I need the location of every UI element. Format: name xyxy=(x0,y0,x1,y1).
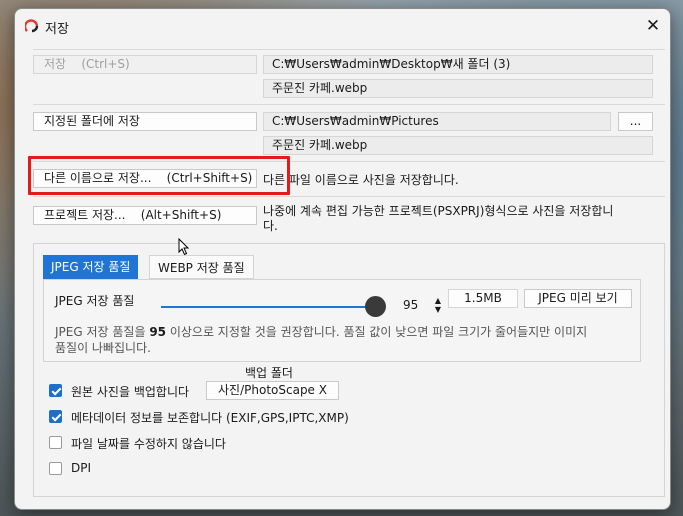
note-value: 95 xyxy=(149,325,167,339)
note-suffix: 이상으로 지정할 것을 권장합니다. 품질 값이 낮으면 파일 크기가 줄어들지… xyxy=(166,325,588,339)
backup-original-checkbox[interactable] xyxy=(49,384,62,397)
spin-arrows-icon[interactable]: ▲ ▼ xyxy=(435,296,441,314)
folder-path-field: C:₩Users₩admin₩Pictures xyxy=(263,112,611,131)
red-highlight-box xyxy=(28,156,290,195)
tab-jpeg-quality[interactable]: JPEG 저장 품질 xyxy=(43,255,139,279)
note-prefix: JPEG 저장 품질을 xyxy=(55,325,150,339)
save-dialog: 저장 ✕ 저장 (Ctrl+S) C:₩Users₩admin₩Desktop₩… xyxy=(14,8,671,510)
file-size-field: 1.5MB xyxy=(448,289,518,308)
divider xyxy=(33,104,665,105)
quality-note: JPEG 저장 품질을 95 이상으로 지정할 것을 권장합니다. 품질 값이 … xyxy=(55,324,635,356)
save-to-folder-button[interactable]: 지정된 폴더에 저장 xyxy=(33,112,257,131)
divider xyxy=(33,196,665,197)
dpi-checkbox[interactable] xyxy=(49,462,62,475)
save-path-field: C:₩Users₩admin₩Desktop₩새 폴더 (3) xyxy=(263,55,653,74)
quality-value: 95 xyxy=(403,298,419,312)
title-bar: 저장 ✕ xyxy=(15,9,670,43)
dpi-label: DPI xyxy=(71,461,92,475)
window-title: 저장 xyxy=(45,22,69,37)
keep-file-date-checkbox[interactable] xyxy=(49,436,62,449)
save-as-description: 다른 파일 이름으로 사진을 저장합니다. xyxy=(263,173,459,187)
quality-label: JPEG 저장 품질 xyxy=(55,294,135,308)
backup-folder-header: 백업 폴더 xyxy=(245,366,293,380)
quality-slider-thumb[interactable] xyxy=(365,296,386,317)
note-line-2: 품질이 나빠집니다. xyxy=(55,341,151,355)
tab-webp-quality[interactable]: WEBP 저장 품질 xyxy=(149,255,254,279)
save-button[interactable]: 저장 (Ctrl+S) xyxy=(33,55,257,74)
photoscape-logo-icon xyxy=(25,19,39,33)
quality-spinbox[interactable]: 95 ▲ ▼ xyxy=(403,296,443,315)
close-button[interactable]: ✕ xyxy=(640,13,666,39)
keep-file-date-label: 파일 날짜를 수정하지 않습니다 xyxy=(71,437,226,451)
quality-slider-track[interactable] xyxy=(161,306,377,308)
backup-original-label: 원본 사진을 백업합니다 xyxy=(71,385,190,399)
browse-folder-button[interactable]: ... xyxy=(618,112,653,131)
preserve-metadata-label: 메타데이터 정보를 보존합니다 (EXIF,GPS,IPTC,XMP) xyxy=(71,411,349,425)
divider xyxy=(33,49,665,50)
save-project-button[interactable]: 프로젝트 저장... (Alt+Shift+S) xyxy=(33,206,257,225)
preserve-metadata-checkbox[interactable] xyxy=(49,410,62,423)
save-project-description: 나중에 계속 편집 가능한 프로젝트(PSXPRJ)형식으로 사진을 저장합니 xyxy=(263,204,614,218)
mouse-cursor-icon xyxy=(178,238,190,256)
folder-filename-field[interactable]: 주문진 카페.webp xyxy=(263,136,653,155)
close-icon: ✕ xyxy=(645,16,661,36)
save-project-description-cont: 다. xyxy=(263,219,278,233)
backup-folder-button[interactable]: 사진/PhotoScape X xyxy=(206,381,339,400)
jpeg-preview-button[interactable]: JPEG 미리 보기 xyxy=(524,289,632,308)
save-filename-field[interactable]: 주문진 카페.webp xyxy=(263,79,653,98)
